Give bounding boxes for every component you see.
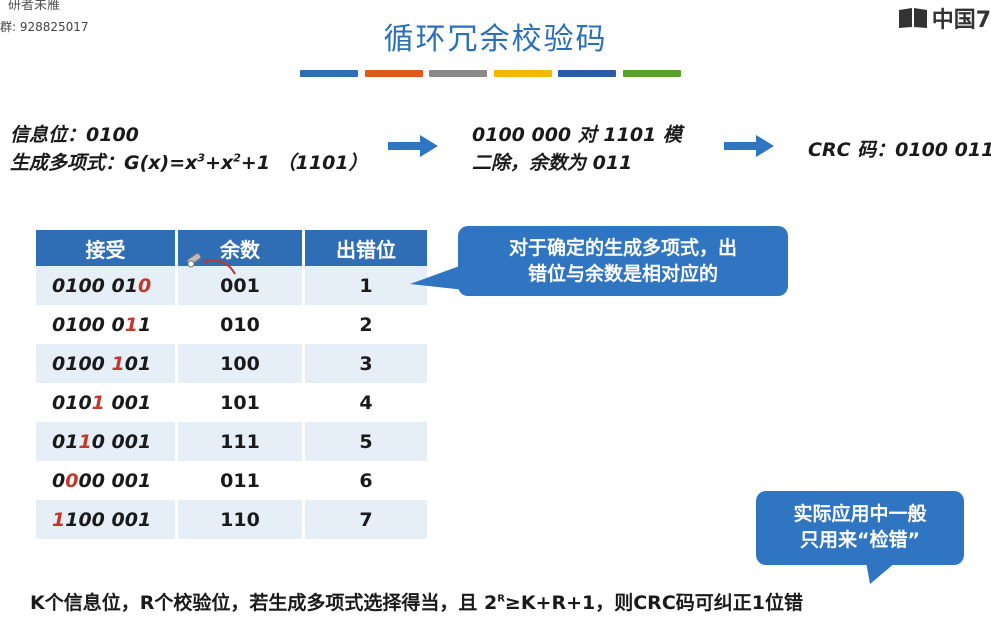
table-row: 0100 101 100 3 [36, 344, 427, 383]
callout-error-mapping: 对于确定的生成多项式，出 错位与余数是相对应的 [458, 226, 788, 296]
color-bar [622, 70, 681, 77]
remainder-cell: 100 [178, 344, 302, 383]
error-position-cell: 5 [305, 422, 427, 461]
error-bit: 0 [137, 274, 152, 297]
received-cell: 0110 001 [36, 422, 175, 461]
table-row: 1100 001 110 7 [36, 500, 427, 539]
received-cell: 0000 001 [52, 469, 152, 492]
error-bit: 1 [52, 508, 66, 531]
callout-tail [866, 562, 896, 584]
error-position-cell: 1 [305, 266, 427, 305]
remainder-cell: 011 [220, 469, 260, 492]
header-error-bit: 出错位 [305, 230, 427, 266]
division-line2: 二除，余数为 011 [472, 152, 633, 174]
book-icon [898, 8, 927, 28]
remainder-cell: 101 [220, 391, 260, 414]
division-line1: 0100 000 对 1101 模 [472, 124, 682, 146]
error-bit: 0 [65, 469, 79, 492]
received-cell: 0101 001 [52, 391, 152, 414]
table-row: 0110 001 111 5 [36, 422, 427, 461]
received-cell: 0100 101 [36, 344, 175, 383]
pen-icon [186, 252, 202, 268]
error-bit: 1 [91, 391, 105, 414]
slide-title: 循环冗余校验码 [383, 22, 608, 57]
callout-detect-only: 实际应用中一般 只用来“检错” [756, 491, 964, 565]
error-position-cell: 2 [359, 313, 373, 336]
arrow-right-icon [724, 135, 774, 157]
remainder-cell: 110 [178, 500, 302, 539]
watermark-text: 研者未雁 [8, 0, 61, 13]
error-position-cell: 6 [359, 469, 373, 492]
received-cell: 0100 010 [36, 266, 175, 305]
error-position-cell: 4 [359, 391, 373, 414]
crc-result: CRC 码：0100 011 [808, 139, 991, 161]
arrow-right-icon [388, 135, 438, 157]
received-cell: 1100 001 [36, 500, 175, 539]
received-cell: 0100 011 [52, 313, 152, 336]
error-position-cell: 7 [305, 500, 427, 539]
table-row: 0000 001 011 6 [36, 461, 427, 500]
color-bar [493, 70, 552, 77]
color-bar [429, 70, 487, 77]
error-bit: 1 [78, 430, 92, 453]
error-bit: 1 [124, 313, 138, 336]
table-row: 0101 001 101 4 [36, 383, 427, 422]
error-bit: 1 [111, 352, 125, 375]
table-body: 0100 010 001 1 0100 011 010 2 0100 101 100 3 0101… [36, 266, 427, 539]
color-bar [300, 70, 358, 77]
header-received: 接受 [36, 230, 175, 266]
info-bits: 信息位：0100 [10, 124, 139, 146]
table-row: 0100 011 010 2 [36, 305, 427, 344]
color-bar [364, 70, 423, 77]
generator-polynomial: 生成多项式：G(x)=x3+x2+1 （1101） [10, 151, 368, 174]
bottom-statement: K个信息位，R个校验位，若生成多项式选择得当，且 2R≥K+R+1，则CRC码可… [30, 592, 803, 614]
color-bar [558, 70, 616, 77]
error-position-cell: 3 [305, 344, 427, 383]
logo-text: 中国7 [931, 8, 991, 33]
logo: 中国7 [898, 2, 991, 34]
pen-annotation [186, 252, 236, 275]
remainder-cell: 111 [178, 422, 302, 461]
remainder-cell: 010 [220, 313, 260, 336]
